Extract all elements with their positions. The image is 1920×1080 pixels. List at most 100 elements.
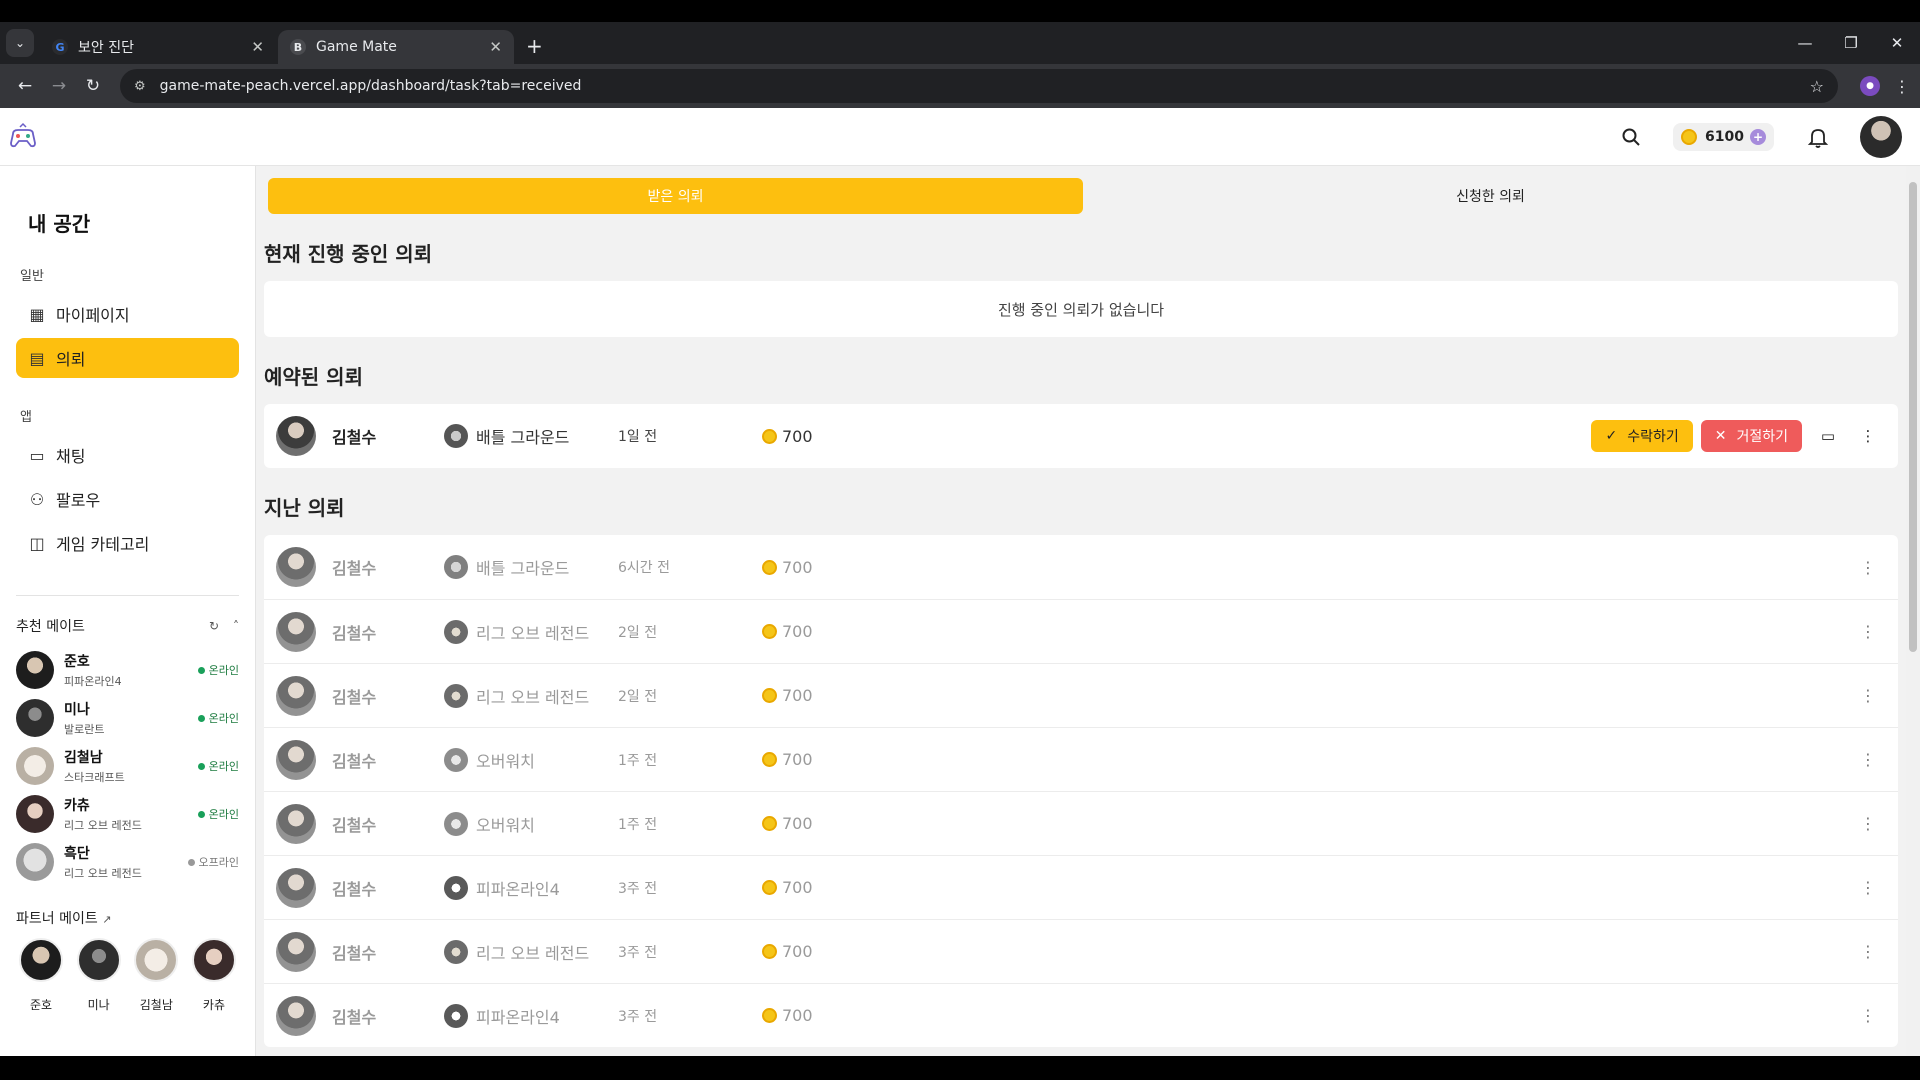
more-icon[interactable]: ⋮	[1860, 750, 1876, 769]
coin-icon	[1681, 129, 1698, 145]
game-name: 리그 오브 레전드	[476, 687, 590, 707]
request-row[interactable]: 김철수 리그 오브 레전드 3주 전 700 ⋮	[264, 919, 1898, 983]
close-icon[interactable]: ✕	[251, 38, 264, 56]
recommended-mate[interactable]: 준호 피파온라인4 온라인	[16, 646, 239, 694]
accept-label: 수락하기	[1627, 429, 1679, 445]
requester-name: 김철수	[332, 943, 377, 963]
gamepad-logo-icon[interactable]	[8, 122, 38, 152]
tab-received[interactable]: 받은 의뢰	[268, 178, 1083, 214]
restore-icon[interactable]: ❐	[1828, 22, 1874, 64]
coin-amount: 6100	[1705, 129, 1744, 145]
request-row[interactable]: 김철수 배틀 그라운드 1일 전 700 ✓ 수락하기 ✕ 거절하기 ▭ ⋮	[264, 404, 1898, 468]
more-icon[interactable]: ⋮	[1860, 942, 1876, 961]
sidebar-item-mypage[interactable]: ▦ 마이페이지	[16, 294, 239, 334]
more-icon[interactable]: ⋮	[1860, 686, 1876, 705]
price-value: 700	[782, 557, 813, 577]
scrollbar-thumb[interactable]	[1909, 182, 1917, 652]
request-row[interactable]: 김철수 리그 오브 레전드 2일 전 700 ⋮	[264, 599, 1898, 663]
search-icon[interactable]	[1611, 117, 1651, 157]
request-row[interactable]: 김철수 오버워치 1주 전 700 ⋮	[264, 791, 1898, 855]
tab-strip: ⌄ G 보안 진단 ✕ B Game Mate ✕ + — ❐ ✕	[0, 22, 1920, 64]
request-tabs: 받은 의뢰 신청한 의뢰	[268, 178, 1898, 214]
mate-name: 카츄	[64, 798, 90, 814]
avatar	[16, 795, 54, 833]
sidebar-item-label: 의뢰	[56, 350, 86, 369]
partner-header[interactable]: 파트너 메이트 ↗	[16, 908, 239, 928]
bookmark-star-icon[interactable]: ☆	[1810, 77, 1824, 96]
minimize-icon[interactable]: —	[1782, 22, 1828, 64]
request-row[interactable]: 김철수 피파온라인4 3주 전 700 ⋮	[264, 855, 1898, 919]
browser-window: ⌄ G 보안 진단 ✕ B Game Mate ✕ + — ❐ ✕ ← → ↻ …	[0, 22, 1920, 1056]
mate-name: 김철남	[64, 750, 103, 766]
price-value: 700	[782, 942, 813, 961]
coin-icon	[762, 880, 777, 895]
more-icon[interactable]: ⋮	[1854, 422, 1882, 450]
browser-tab-gamemate[interactable]: B Game Mate ✕	[278, 30, 514, 64]
refresh-icon[interactable]: ↻	[209, 619, 219, 633]
scrollbar[interactable]	[1906, 166, 1920, 1056]
partner-mate[interactable]: 미나	[76, 938, 122, 1013]
back-button[interactable]: ←	[8, 69, 42, 103]
browser-menu-icon[interactable]: ⋮	[1892, 77, 1912, 96]
more-icon[interactable]: ⋮	[1860, 878, 1876, 897]
recommended-mate[interactable]: 흑단 리그 오브 레전드 오프라인	[16, 838, 239, 886]
request-row[interactable]: 김철수 리그 오브 레전드 2일 전 700 ⋮	[264, 663, 1898, 727]
online-dot-icon	[197, 666, 205, 674]
recommended-mate[interactable]: 카츄 리그 오브 레전드 온라인	[16, 790, 239, 838]
tab-search-button[interactable]: ⌄	[6, 29, 34, 57]
more-icon[interactable]: ⋮	[1860, 814, 1876, 833]
avatar	[276, 739, 316, 780]
partner-mate[interactable]: 준호	[18, 938, 64, 1013]
site-info-icon[interactable]: ⚙	[134, 79, 146, 94]
message-icon[interactable]: ▭	[1814, 422, 1842, 450]
coin-icon	[762, 688, 777, 703]
request-row[interactable]: 김철수 오버워치 1주 전 700 ⋮	[264, 727, 1898, 791]
request-time: 1주 전	[618, 816, 658, 833]
user-avatar[interactable]	[1860, 116, 1902, 158]
game-name: 오버워치	[476, 815, 535, 835]
game-name: 리그 오브 레전드	[476, 623, 590, 643]
bell-icon[interactable]	[1798, 117, 1838, 157]
more-icon[interactable]: ⋮	[1860, 622, 1876, 641]
more-icon[interactable]: ⋮	[1860, 558, 1876, 577]
past-list: 김철수 배틀 그라운드 6시간 전 700 ⋮ 김철수 리그 오브 레전드 2일…	[264, 535, 1898, 1047]
offline-dot-icon	[187, 858, 195, 866]
partner-mate[interactable]: 김철남	[133, 938, 179, 1013]
sidebar-item-chat[interactable]: ▭ 채팅	[16, 435, 239, 475]
mate-status: 온라인	[208, 760, 239, 773]
url-field[interactable]: ⚙ game-mate-peach.vercel.app/dashboard/t…	[120, 69, 1838, 103]
forward-button[interactable]: →	[42, 69, 76, 103]
request-row[interactable]: 김철수 배틀 그라운드 6시간 전 700 ⋮	[264, 535, 1898, 599]
profile-avatar[interactable]: ●	[1860, 76, 1880, 96]
price-value: 700	[782, 1006, 813, 1025]
recommended-mate[interactable]: 김철남 스타크래프트 온라인	[16, 742, 239, 790]
more-icon[interactable]: ⋮	[1860, 1006, 1876, 1025]
sidebar-item-follow[interactable]: ⚇ 팔로우	[16, 479, 239, 519]
main-content: 받은 의뢰 신청한 의뢰 현재 진행 중인 의뢰 진행 중인 의뢰가 없습니다 …	[256, 166, 1920, 1056]
request-row[interactable]: 김철수 피파온라인4 3주 전 700 ⋮	[264, 983, 1898, 1047]
game-name: 피파온라인4	[476, 879, 560, 899]
reload-button[interactable]: ↻	[76, 69, 110, 103]
mate-name: 미나	[64, 702, 90, 718]
recommended-mate[interactable]: 미나 발로란트 온라인	[16, 694, 239, 742]
request-time: 3주 전	[618, 880, 658, 897]
sidebar-item-requests[interactable]: ▤ 의뢰	[16, 338, 239, 378]
coin-balance[interactable]: 6100 +	[1673, 123, 1774, 151]
chevron-up-icon[interactable]: ˄	[233, 619, 239, 633]
browser-tab-security[interactable]: G 보안 진단 ✕	[40, 30, 276, 64]
partner-mate[interactable]: 카츄	[191, 938, 237, 1013]
new-tab-button[interactable]: +	[526, 34, 543, 58]
app-body: 내 공간 일반 ▦ 마이페이지 ▤ 의뢰 앱 ▭ 채팅 ⚇ 팔로우 ◫ 게임 카…	[0, 166, 1920, 1056]
section-label-app: 앱	[20, 410, 32, 425]
partner-name: 카츄	[202, 998, 226, 1012]
sidebar-item-game-category[interactable]: ◫ 게임 카테고리	[16, 523, 239, 563]
accept-button[interactable]: ✓ 수락하기	[1591, 420, 1693, 452]
avatar	[191, 938, 236, 982]
tab-requested[interactable]: 신청한 의뢰	[1083, 178, 1898, 214]
sidebar-item-label: 게임 카테고리	[56, 535, 150, 554]
mate-game: 스타크래프트	[64, 771, 125, 784]
close-icon[interactable]: ✕	[489, 38, 502, 56]
add-coins-icon[interactable]: +	[1750, 129, 1766, 145]
close-window-icon[interactable]: ✕	[1874, 22, 1920, 64]
reject-button[interactable]: ✕ 거절하기	[1700, 420, 1802, 452]
